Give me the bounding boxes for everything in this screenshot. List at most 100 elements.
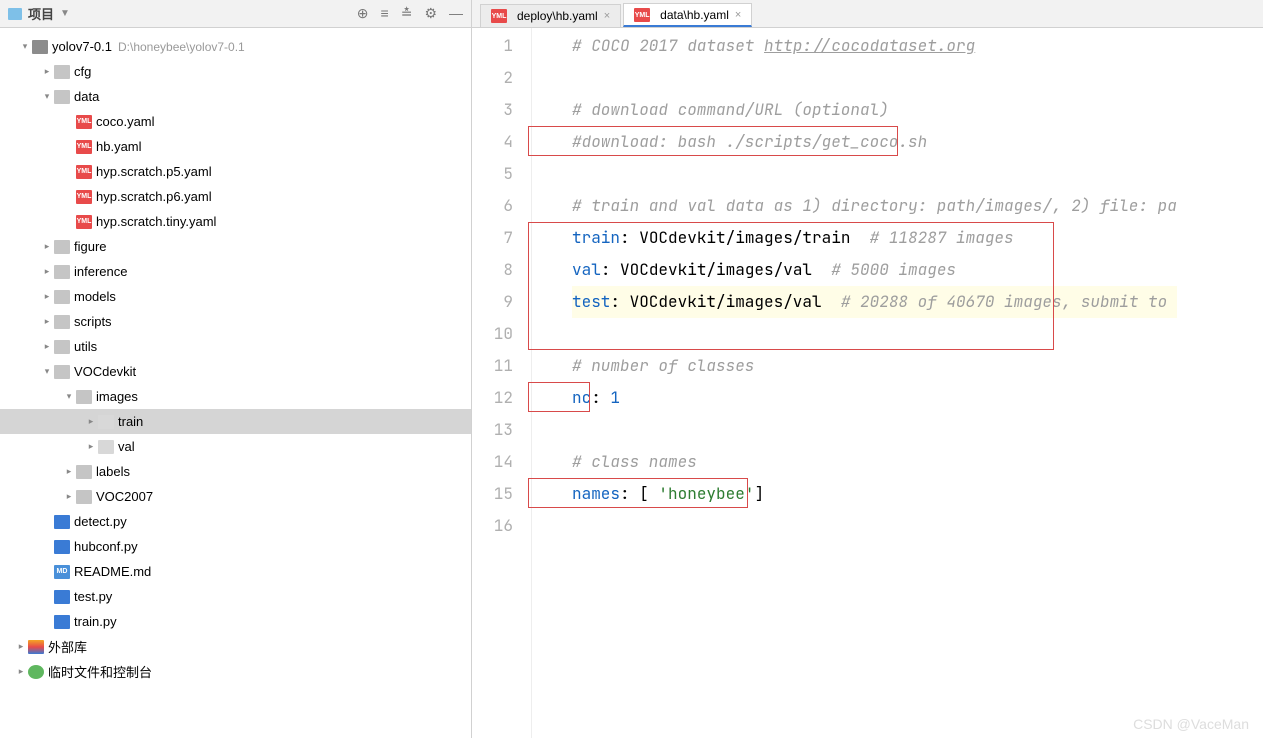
tree-row[interactable]: ▾yolov7-0.1D:\honeybee\yolov7-0.1	[0, 34, 471, 59]
tree-row[interactable]: ▾images	[0, 384, 471, 409]
tree-row[interactable]: ▸MDREADME.md	[0, 559, 471, 584]
folder-icon	[54, 315, 70, 329]
editor-tab[interactable]: YMLdeploy\hb.yaml×	[480, 4, 621, 27]
code-line[interactable]: # number of classes	[572, 350, 1177, 382]
chevron-down-icon[interactable]: ▾	[62, 391, 76, 402]
tree-row[interactable]: ▸ figure	[0, 234, 471, 259]
tree-row[interactable]: ▸ 临时文件和控制台	[0, 659, 471, 684]
tree-row[interactable]: ▸YMLhb.yaml	[0, 134, 471, 159]
folder-icon	[54, 240, 70, 254]
code-line[interactable]: val: VOCdevkit/images/val # 5000 images	[572, 254, 1177, 286]
code-line[interactable]: # class names	[572, 446, 1177, 478]
line-number: 5	[472, 158, 513, 190]
tree-row[interactable]: ▸models	[0, 284, 471, 309]
hide-icon[interactable]: —	[449, 5, 463, 22]
chevron-right-icon[interactable]: ▸	[62, 466, 76, 477]
chevron-right-icon[interactable]: ▸	[40, 266, 54, 277]
code-line[interactable]: names: [ 'honeybee']	[572, 478, 1177, 510]
tree-row[interactable]: ▸utils	[0, 334, 471, 359]
folder-icon	[54, 265, 70, 279]
tree-label: train	[118, 414, 143, 429]
chevron-right-icon[interactable]: ▸	[40, 241, 54, 252]
editor-panel: YMLdeploy\hb.yaml×YMLdata\hb.yaml× 12345…	[472, 0, 1263, 738]
tree-row[interactable]: ▾data	[0, 84, 471, 109]
chevron-right-icon[interactable]: ▸	[40, 66, 54, 77]
tree-row[interactable]: ▾ VOCdevkit	[0, 359, 471, 384]
project-dropdown-icon[interactable]: ▼	[60, 8, 70, 19]
code-line[interactable]	[572, 414, 1177, 446]
tree-row[interactable]: ▸scripts	[0, 309, 471, 334]
chevron-right-icon[interactable]: ▸	[40, 291, 54, 302]
close-icon[interactable]: ×	[604, 10, 610, 22]
tree-row[interactable]: ▸train.py	[0, 609, 471, 634]
folder-icon	[98, 440, 114, 454]
watermark: CSDN @VaceMan	[1133, 716, 1249, 732]
chevron-right-icon[interactable]: ▸	[62, 491, 76, 502]
chevron-down-icon[interactable]: ▾	[40, 366, 54, 377]
tree-row[interactable]: ▸inference	[0, 259, 471, 284]
yaml-icon: YML	[76, 115, 92, 129]
code-line[interactable]: train: VOCdevkit/images/train # 118287 i…	[572, 222, 1177, 254]
project-sidebar: 项目 ▼ ⊕ ≡ ≛ ⚙ — ▾yolov7-0.1D:\honeybee\yo…	[0, 0, 472, 738]
code-editor[interactable]: 12345678910111213141516 # COCO 2017 data…	[472, 28, 1263, 738]
tree-row[interactable]: ▸ train	[0, 409, 471, 434]
tree-row[interactable]: ▸YMLhyp.scratch.p6.yaml	[0, 184, 471, 209]
tree-row[interactable]: ▸YMLhyp.scratch.p5.yaml	[0, 159, 471, 184]
close-icon[interactable]: ×	[735, 9, 741, 21]
line-number: 6	[472, 190, 513, 222]
py-icon	[54, 540, 70, 554]
tree-row[interactable]: ▸YMLcoco.yaml	[0, 109, 471, 134]
line-number: 11	[472, 350, 513, 382]
chevron-right-icon[interactable]: ▸	[14, 666, 28, 677]
code-line[interactable]: #download: bash ./scripts/get_coco.sh	[572, 126, 1177, 158]
tree-row[interactable]: ▸labels	[0, 459, 471, 484]
code-line[interactable]: test: VOCdevkit/images/val # 20288 of 40…	[572, 286, 1177, 318]
chevron-right-icon[interactable]: ▸	[40, 316, 54, 327]
tree-label: cfg	[74, 64, 91, 79]
code-line[interactable]	[572, 510, 1177, 542]
code-line[interactable]	[572, 158, 1177, 190]
file-tree[interactable]: ▾yolov7-0.1D:\honeybee\yolov7-0.1 ▸ cfg ▾da…	[0, 28, 471, 738]
code-line[interactable]	[572, 62, 1177, 94]
gear-icon[interactable]: ⚙	[424, 5, 437, 22]
chevron-right-icon[interactable]: ▸	[84, 441, 98, 452]
code-line[interactable]	[572, 318, 1177, 350]
tree-row[interactable]: ▸detect.py	[0, 509, 471, 534]
tree-row[interactable]: ▸YMLhyp.scratch.tiny.yaml	[0, 209, 471, 234]
tree-label: detect.py	[74, 514, 127, 529]
code-line[interactable]: nc: 1	[572, 382, 1177, 414]
tree-row[interactable]: ▸ 外部库	[0, 634, 471, 659]
tree-row[interactable]: ▸VOC2007	[0, 484, 471, 509]
folder-icon	[54, 90, 70, 104]
line-number: 16	[472, 510, 513, 542]
chevron-down-icon[interactable]: ▾	[40, 91, 54, 102]
chevron-right-icon[interactable]: ▸	[84, 416, 98, 427]
editor-tab[interactable]: YMLdata\hb.yaml×	[623, 3, 752, 27]
project-header: 项目 ▼ ⊕ ≡ ≛ ⚙ —	[0, 0, 471, 28]
chevron-right-icon[interactable]: ▸	[40, 341, 54, 352]
collapse-icon[interactable]: ≛	[401, 5, 413, 22]
expand-icon[interactable]: ≡	[381, 5, 389, 22]
code-area[interactable]: # COCO 2017 dataset http://cocodataset.o…	[532, 28, 1177, 738]
tree-label: VOCdevkit	[74, 364, 136, 379]
locate-icon[interactable]: ⊕	[357, 5, 369, 22]
folder-icon	[32, 40, 48, 54]
tree-label: 外部库	[48, 637, 87, 656]
code-line[interactable]: # download command/URL (optional)	[572, 94, 1177, 126]
project-toolbar: ⊕ ≡ ≛ ⚙ —	[357, 5, 463, 22]
tree-row[interactable]: ▸val	[0, 434, 471, 459]
code-line[interactable]: # train and val data as 1) directory: pa…	[572, 190, 1177, 222]
folder-icon	[76, 390, 92, 404]
yaml-icon: YML	[76, 140, 92, 154]
yaml-icon: YML	[491, 9, 507, 23]
tree-row[interactable]: ▸hubconf.py	[0, 534, 471, 559]
chevron-right-icon[interactable]: ▸	[14, 641, 28, 652]
line-number: 14	[472, 446, 513, 478]
tree-label: 临时文件和控制台	[48, 662, 152, 681]
tree-label: figure	[74, 239, 107, 254]
chevron-down-icon[interactable]: ▾	[18, 41, 32, 52]
tree-row[interactable]: ▸ cfg	[0, 59, 471, 84]
tree-label: README.md	[74, 564, 151, 579]
tree-row[interactable]: ▸test.py	[0, 584, 471, 609]
code-line[interactable]: # COCO 2017 dataset http://cocodataset.o…	[572, 30, 1177, 62]
